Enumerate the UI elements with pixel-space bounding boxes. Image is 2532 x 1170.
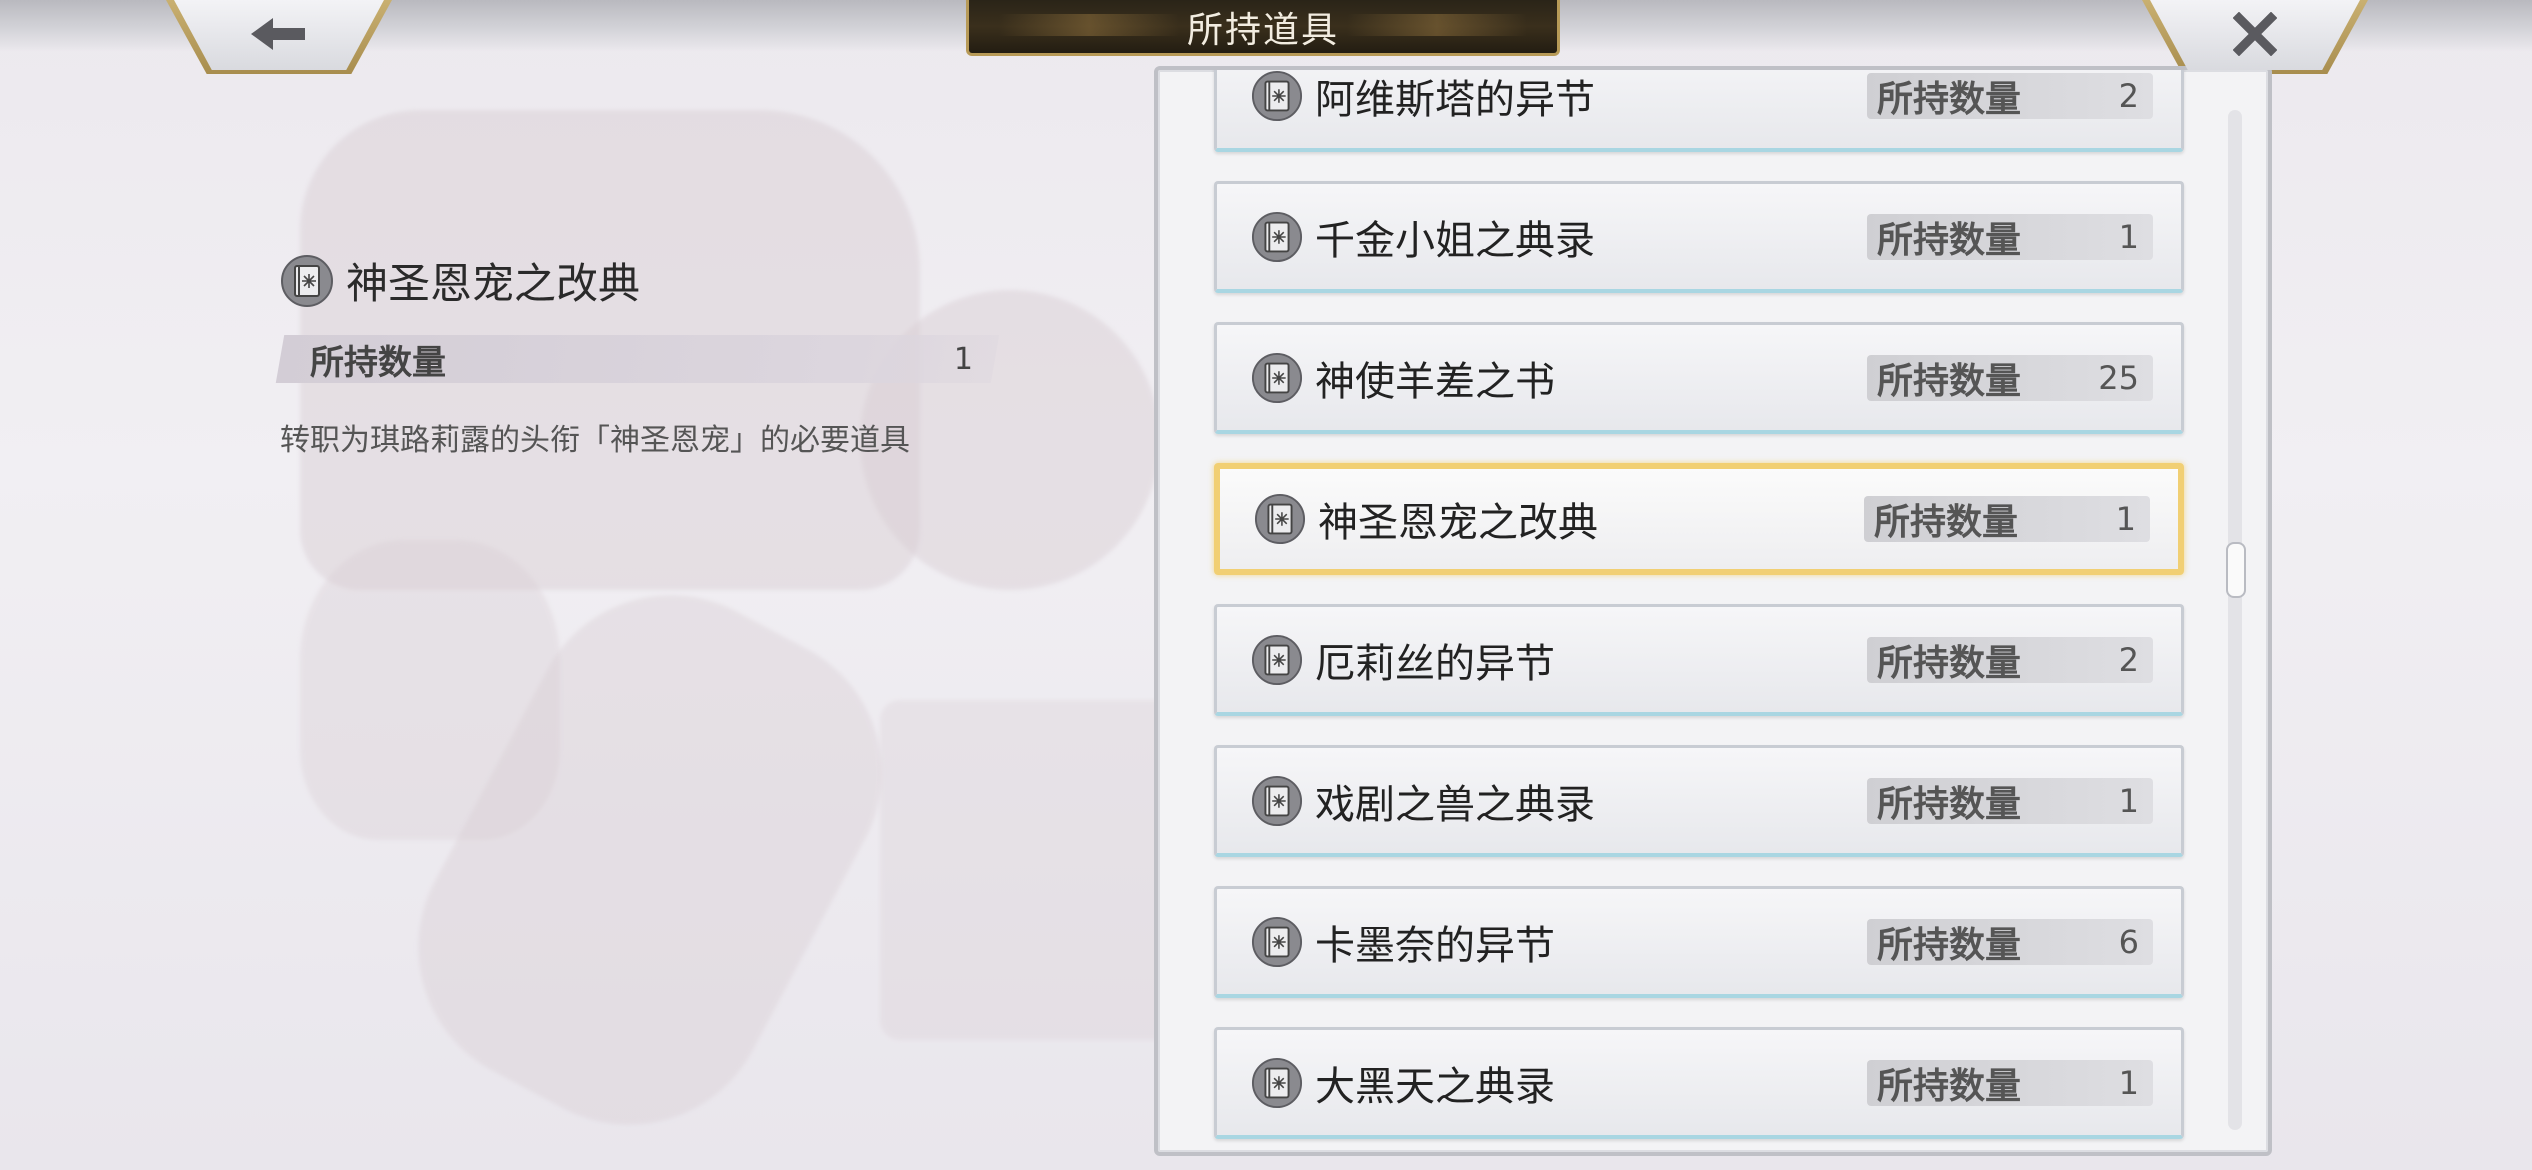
- item-quantity: 所持数量 1: [1867, 1059, 2153, 1107]
- book-icon: [1251, 1057, 1303, 1109]
- list-item[interactable]: 厄莉丝的异节 所持数量 2: [1214, 604, 2184, 716]
- item-quantity-value: 1: [2118, 217, 2139, 256]
- item-quantity: 所持数量 2: [1867, 72, 2153, 120]
- detail-quantity-value: 1: [953, 341, 973, 377]
- arrow-left-icon: [251, 18, 305, 50]
- list-item[interactable]: 大黑天之典录 所持数量 1: [1214, 1027, 2184, 1139]
- item-quantity-value: 1: [2115, 500, 2136, 538]
- item-quantity-label: 所持数量: [1874, 502, 2019, 543]
- detail-quantity-bar: 所持数量 1: [275, 335, 1000, 383]
- close-icon: [2233, 12, 2277, 56]
- item-name: 阿维斯塔的异节: [1315, 76, 1595, 123]
- item-quantity-label: 所持数量: [1877, 78, 2022, 120]
- book-icon: [1251, 634, 1303, 686]
- item-name: 卡墨奈的异节: [1315, 922, 1555, 969]
- item-quantity: 所持数量 1: [1867, 213, 2153, 261]
- item-name: 大黑天之典录: [1315, 1063, 1555, 1110]
- list-item[interactable]: 戏剧之兽之典录 所持数量 1: [1214, 745, 2184, 857]
- book-icon: [1251, 70, 1303, 122]
- item-list-panel[interactable]: 阿维斯塔的异节 所持数量 2 千金小姐之典录 所持数量 1 神使羊差之书 所持数…: [1154, 66, 2272, 1156]
- item-detail: 神圣恩宠之改典 所持数量 1 转职为琪路莉露的头衔「神圣恩宠」的必要道具: [275, 250, 1010, 459]
- item-quantity: 所持数量 6: [1867, 918, 2153, 966]
- item-quantity: 所持数量 2: [1867, 636, 2153, 684]
- item-quantity: 所持数量 1: [1867, 777, 2153, 825]
- item-quantity-value: 6: [2118, 922, 2139, 961]
- scrollbar-track[interactable]: [2228, 110, 2242, 1130]
- item-quantity-value: 1: [2118, 1063, 2139, 1102]
- list-item[interactable]: 卡墨奈的异节 所持数量 6: [1214, 886, 2184, 998]
- book-icon: [1254, 493, 1306, 545]
- detail-header: 神圣恩宠之改典: [280, 250, 1010, 311]
- item-quantity: 所持数量 1: [1864, 496, 2150, 543]
- item-name: 厄莉丝的异节: [1315, 640, 1555, 687]
- list-item-selected[interactable]: 神圣恩宠之改典 所持数量 1: [1214, 463, 2184, 575]
- item-quantity-label: 所持数量: [1877, 924, 2022, 966]
- item-quantity: 所持数量 25: [1867, 354, 2153, 402]
- list-item[interactable]: 神使羊差之书 所持数量 25: [1214, 322, 2184, 434]
- list-item[interactable]: 千金小姐之典录 所持数量 1: [1214, 181, 2184, 293]
- item-name: 千金小姐之典录: [1315, 217, 1595, 264]
- item-quantity-label: 所持数量: [1877, 360, 2022, 402]
- scrollbar-thumb[interactable]: [2226, 542, 2246, 598]
- item-quantity-value: 1: [2118, 781, 2139, 820]
- detail-description: 转职为琪路莉露的头衔「神圣恩宠」的必要道具: [280, 423, 910, 458]
- item-quantity-label: 所持数量: [1877, 1065, 2022, 1107]
- title-plate: 所持道具: [966, 0, 1560, 56]
- item-name: 神圣恩宠之改典: [1318, 500, 1598, 546]
- book-icon: [1251, 211, 1303, 263]
- book-icon: [1251, 352, 1303, 404]
- item-quantity-label: 所持数量: [1877, 642, 2022, 684]
- item-quantity-value: 25: [2098, 358, 2139, 397]
- item-quantity-label: 所持数量: [1877, 783, 2022, 825]
- detail-quantity-label: 所持数量: [310, 342, 446, 383]
- item-name: 神使羊差之书: [1315, 358, 1555, 405]
- detail-item-name: 神圣恩宠之改典: [346, 259, 641, 308]
- item-quantity-value: 2: [2118, 76, 2139, 115]
- page-title: 所持道具: [1186, 9, 1339, 51]
- book-icon: [1251, 775, 1303, 827]
- item-quantity-label: 所持数量: [1877, 219, 2022, 261]
- item-quantity-value: 2: [2118, 640, 2139, 679]
- list-item[interactable]: 阿维斯塔的异节 所持数量 2: [1214, 70, 2184, 152]
- book-icon: [1251, 916, 1303, 968]
- book-icon: [281, 254, 333, 307]
- item-name: 戏剧之兽之典录: [1315, 781, 1595, 828]
